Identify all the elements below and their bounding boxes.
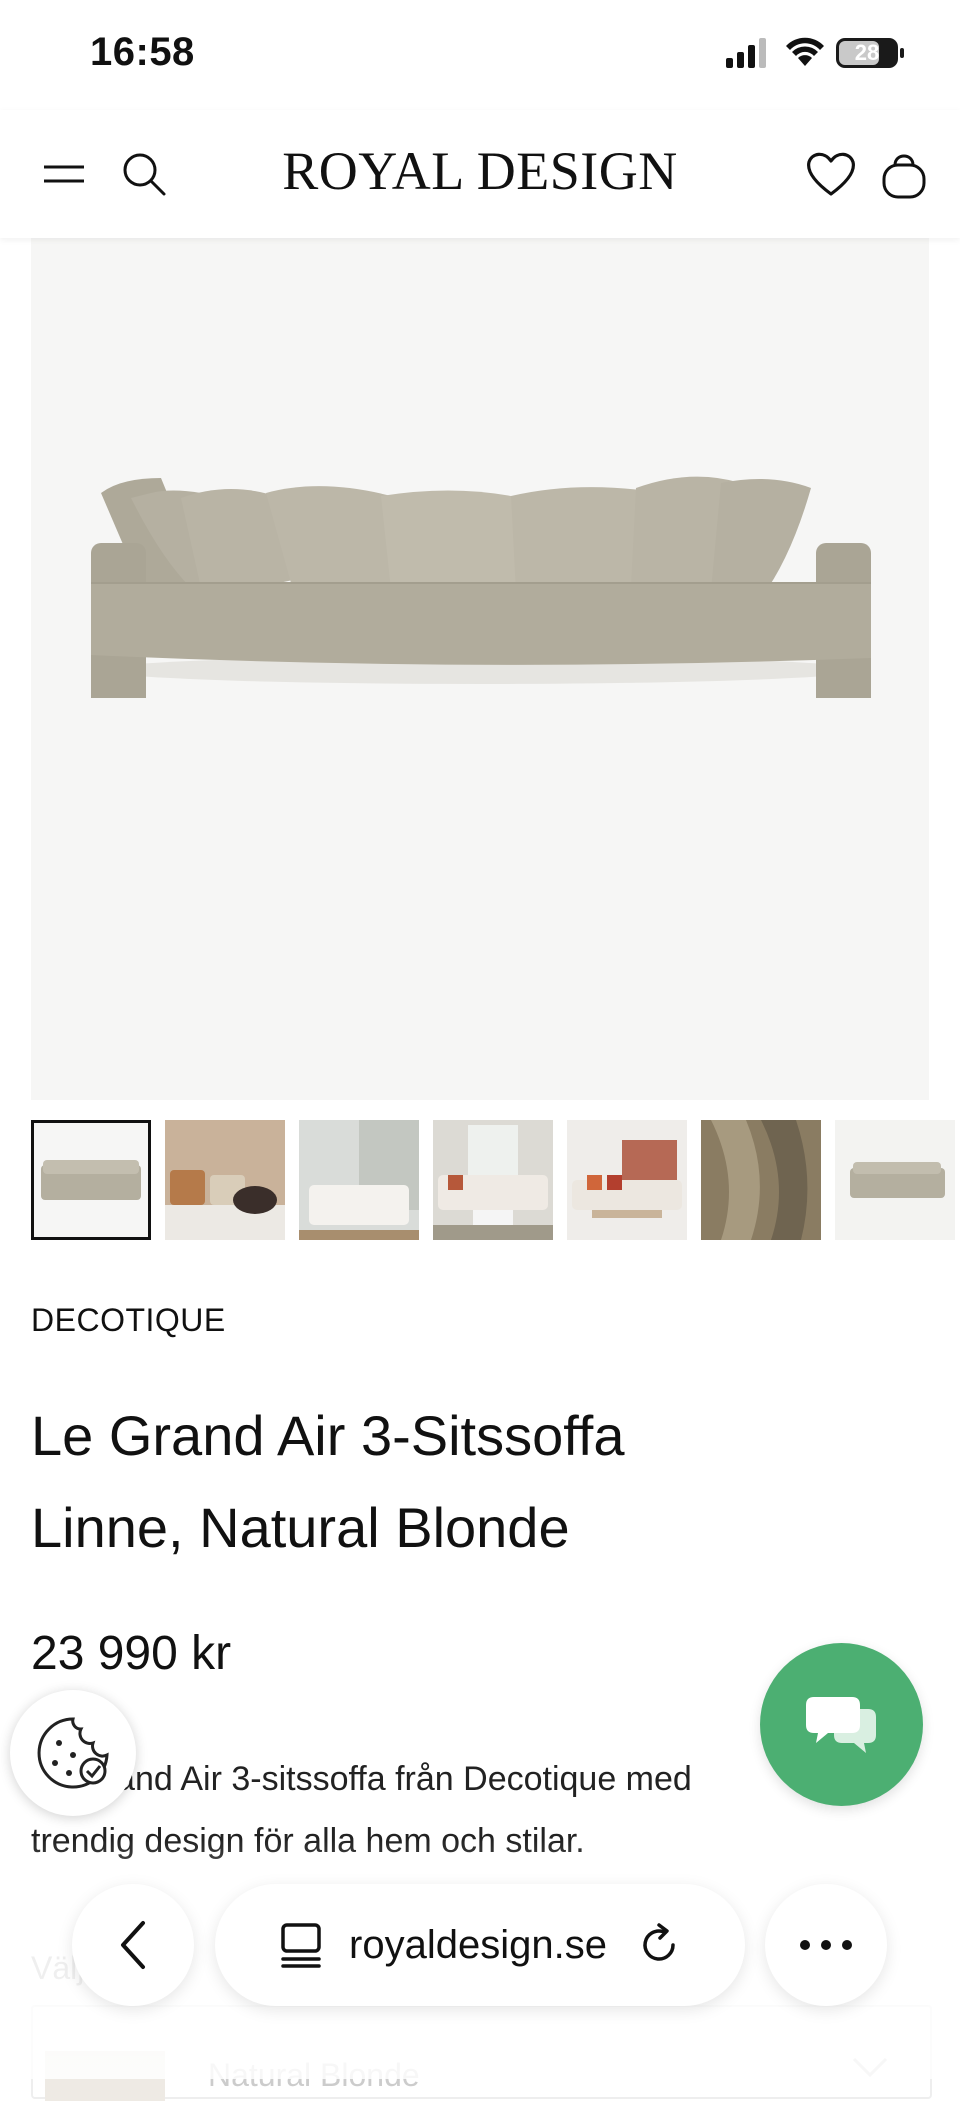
chevron-left-icon [121, 1921, 145, 1969]
battery-level: 28 [854, 40, 880, 65]
status-time: 16:58 [90, 30, 195, 74]
wishlist-heart-icon[interactable] [803, 146, 859, 202]
product-main-image[interactable] [31, 238, 929, 1100]
thumbnail-4[interactable] [433, 1120, 553, 1240]
more-dots-icon [800, 1940, 852, 1950]
product-title-line2: Linne, Natural Blonde [31, 1496, 570, 1559]
thumbnail-5[interactable] [567, 1120, 687, 1240]
product-price: 23 990 kr [31, 1627, 232, 1680]
variant-selected-value: Natural Blonde [208, 2057, 420, 2093]
chevron-down-icon [852, 2057, 888, 2078]
reader-mode-icon[interactable] [279, 1921, 323, 1969]
thumbnail-strip [31, 1120, 960, 1246]
variant-select[interactable]: Natural Blonde [31, 2005, 932, 2101]
thumbnail-3[interactable] [299, 1120, 419, 1240]
reload-icon[interactable] [637, 1923, 681, 1967]
product-title: Le Grand Air 3-Sitssoffa Linne, Natural … [31, 1390, 851, 1574]
thumbnail-6[interactable] [701, 1120, 821, 1240]
status-bar: 16:58 28 [0, 0, 960, 110]
browser-url: royaldesign.se [349, 1922, 607, 1967]
chat-bubbles-icon [805, 1696, 876, 1753]
shopping-bag-icon[interactable] [876, 146, 932, 202]
cellular-signal-icon [726, 38, 766, 68]
thumbnail-7[interactable] [835, 1120, 955, 1240]
sofa-image [91, 476, 871, 698]
cookie-settings-button[interactable] [10, 1690, 136, 1816]
product-brand[interactable]: DECOTIQUE [31, 1302, 226, 1339]
product-description-line2: trendig design för alla hem och stilar. [31, 1822, 585, 1860]
site-header: ROYAL DESIGN [0, 110, 960, 238]
browser-address-bar[interactable]: royaldesign.se [215, 1884, 745, 2006]
cookie-icon [37, 1717, 109, 1789]
product-description: Le Grand Air 3-sitssoffa från Decotique … [31, 1748, 851, 1872]
product-title-line1: Le Grand Air 3-Sitssoffa [31, 1404, 625, 1467]
thumbnail-1[interactable] [31, 1120, 151, 1240]
battery-icon: 28 [836, 38, 904, 68]
thumbnail-2[interactable] [165, 1120, 285, 1240]
wifi-icon [786, 37, 824, 66]
variant-thumbnail [45, 2051, 165, 2101]
browser-more-button[interactable] [765, 1884, 887, 2006]
chat-button[interactable] [760, 1643, 923, 1806]
browser-back-button[interactable] [72, 1884, 194, 2006]
product-description-line1: Le Grand Air 3-sitssoffa från Decotique … [31, 1760, 692, 1798]
